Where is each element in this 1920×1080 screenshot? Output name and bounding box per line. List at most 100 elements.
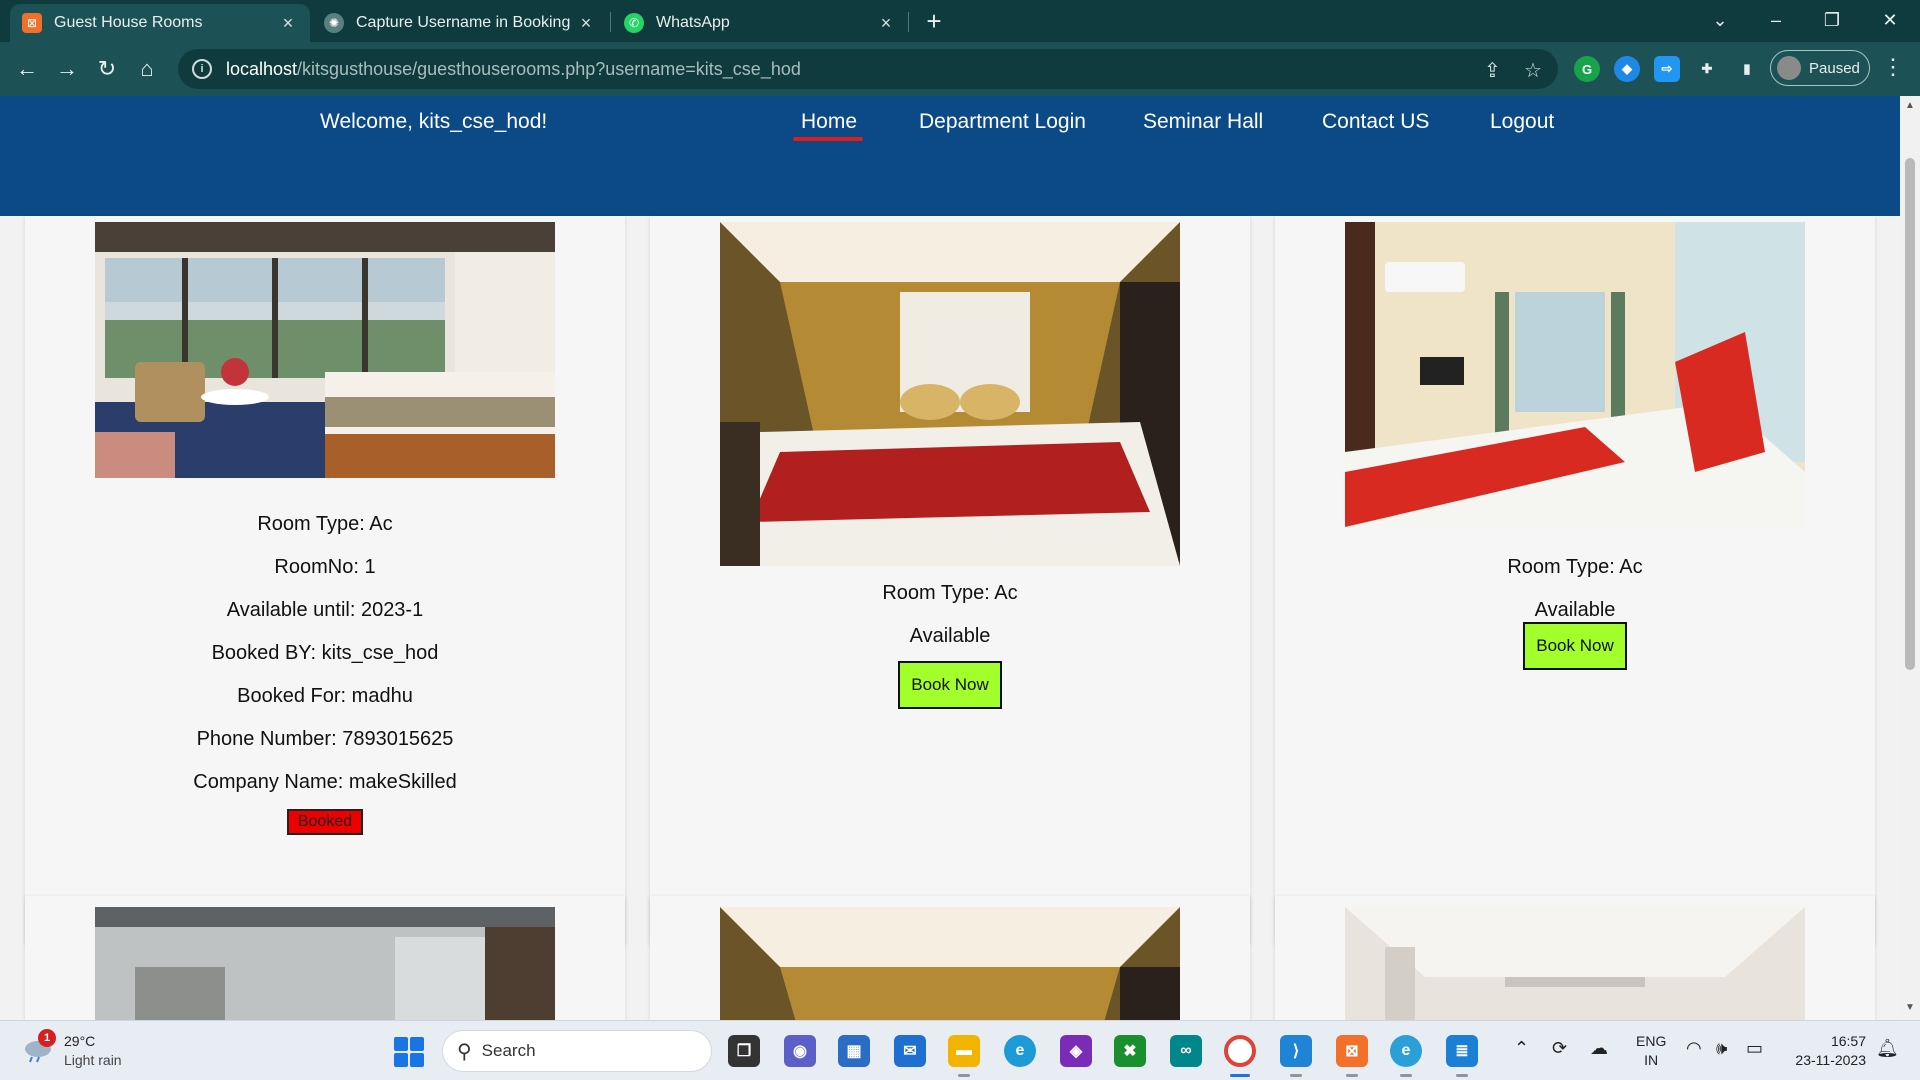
capture-extension-icon[interactable]: ⇨ xyxy=(1654,56,1680,82)
chatgpt-icon: ✺ xyxy=(324,13,344,33)
bookmark-star-icon[interactable]: ☆ xyxy=(1524,58,1542,83)
running-indicator xyxy=(958,1074,970,1077)
weather-description[interactable]: Light rain xyxy=(64,1052,122,1068)
active-app-indicator xyxy=(1230,1074,1250,1077)
url-host: localhost xyxy=(226,58,298,79)
address-bar[interactable]: i localhost/kitsgusthouse/guesthouseroom… xyxy=(178,49,1558,89)
site-header: Welcome, kits_cse_hod! Home Department L… xyxy=(0,96,1900,216)
teams-chat-icon[interactable]: ◉ xyxy=(784,1035,816,1067)
welcome-message: Welcome, kits_cse_hod! xyxy=(320,110,548,133)
browser-menu-icon[interactable]: ⋮ xyxy=(1882,54,1904,80)
tab-whatsapp[interactable]: ✆ WhatsApp × xyxy=(612,4,908,42)
weather-alert-badge: 1 xyxy=(38,1029,56,1047)
windows-taskbar: 1 29°C Light rain ⚲ Search ❒ ◉ ▦ ✉ ▬ e ◈… xyxy=(0,1020,1920,1080)
edge-dev-icon[interactable]: e xyxy=(1390,1035,1422,1067)
room-photo xyxy=(95,222,555,478)
show-hidden-icons-chevron-icon[interactable]: ⌃ xyxy=(1514,1038,1529,1059)
room-card xyxy=(1275,896,1875,1020)
tab-title: Capture Username in Booking xyxy=(356,14,571,31)
page-scrollbar[interactable]: ▲ ▼ xyxy=(1900,96,1920,1020)
restore-button[interactable]: ❐ xyxy=(1804,0,1860,40)
home-icon[interactable]: ⌂ xyxy=(130,52,164,86)
file-explorer-icon[interactable]: ▬ xyxy=(948,1035,980,1067)
tab-separator xyxy=(610,12,611,32)
tab-title: WhatsApp xyxy=(656,14,730,31)
room-card: Room Type: Ac RoomNo: 1 Available until:… xyxy=(25,216,625,944)
book-now-button[interactable]: Book Now xyxy=(1523,622,1627,670)
room-card xyxy=(25,896,625,1020)
url-text[interactable]: localhost/kitsgusthouse/guesthouserooms.… xyxy=(226,59,801,80)
profile-button[interactable]: Paused xyxy=(1770,50,1870,86)
active-nav-indicator xyxy=(793,137,863,141)
weather-temperature[interactable]: 29°C xyxy=(64,1033,95,1049)
mail-icon[interactable]: ✉ xyxy=(894,1035,926,1067)
forward-arrow-icon[interactable]: → xyxy=(50,52,84,86)
microsoft-store-icon[interactable]: ▦ xyxy=(838,1035,870,1067)
onedrive-cloud-icon[interactable]: ☁ xyxy=(1590,1038,1608,1059)
tab-search-chevron-icon[interactable]: ⌄ xyxy=(1692,0,1748,40)
chrome-icon[interactable] xyxy=(1224,1035,1256,1067)
running-indicator xyxy=(1290,1074,1302,1077)
vpn-extension-icon[interactable]: ◆ xyxy=(1614,56,1640,82)
windows-start-icon[interactable] xyxy=(394,1037,424,1067)
site-info-icon[interactable]: i xyxy=(192,59,212,79)
xbox-icon[interactable]: ✖ xyxy=(1114,1035,1146,1067)
wifi-icon[interactable]: ◠ xyxy=(1686,1038,1702,1059)
availability-status: Available xyxy=(909,625,991,647)
room-type: Room Type: Ac xyxy=(1507,556,1643,578)
notification-bell-icon[interactable]: 🔔︎ xyxy=(1876,1038,1899,1059)
close-tab-icon[interactable]: × xyxy=(576,13,596,34)
nav-seminar-hall[interactable]: Seminar Hall xyxy=(1143,110,1263,134)
browser-toolbar: ← → ↻ ⌂ i localhost/kitsgusthouse/guesth… xyxy=(0,42,1920,96)
page-viewport: Welcome, kits_cse_hod! Home Department L… xyxy=(0,96,1900,1020)
close-tab-icon[interactable]: × xyxy=(278,13,298,34)
edge-icon[interactable]: e xyxy=(1004,1035,1036,1067)
running-indicator xyxy=(1456,1074,1468,1077)
tab-capture-username[interactable]: ✺ Capture Username in Booking × xyxy=(312,4,608,42)
booked-status-badge: Booked xyxy=(287,809,363,835)
clock-time: 16:57 xyxy=(1830,1033,1866,1049)
share-icon[interactable]: ⇪ xyxy=(1484,58,1501,83)
language-indicator[interactable]: ENG IN xyxy=(1636,1032,1666,1070)
book-now-button[interactable]: Book Now xyxy=(898,661,1002,709)
arduino-icon[interactable]: ∞ xyxy=(1170,1035,1202,1067)
nav-logout[interactable]: Logout xyxy=(1490,110,1554,134)
room-card xyxy=(650,896,1250,1020)
volume-icon[interactable]: 🕪 xyxy=(1716,1038,1727,1059)
tab-guest-house-rooms[interactable]: ⊠ Guest House Rooms × xyxy=(10,4,310,42)
reload-icon[interactable]: ↻ xyxy=(90,52,124,86)
grammarly-extension-icon[interactable]: G xyxy=(1574,56,1600,82)
room-photo xyxy=(1345,907,1805,1020)
tab-title: Guest House Rooms xyxy=(54,14,203,31)
xampp-icon[interactable]: ⊠ xyxy=(1336,1035,1368,1067)
scroll-down-arrow-icon[interactable]: ▼ xyxy=(1904,1002,1916,1013)
room-photo xyxy=(720,907,1180,1020)
nav-contact-us[interactable]: Contact US xyxy=(1322,110,1429,134)
room-card: Room Type: Ac Available Book Now xyxy=(650,216,1250,944)
room-photo xyxy=(720,222,1180,566)
new-tab-button[interactable]: + xyxy=(918,6,950,38)
room-type: Room Type: Ac xyxy=(882,582,1018,604)
scrollbar-thumb[interactable] xyxy=(1905,158,1915,670)
system-clock[interactable]: 16:57 23-11-2023 xyxy=(1786,1032,1866,1070)
notepad-icon[interactable]: ≣ xyxy=(1446,1035,1478,1067)
whatsapp-icon: ✆ xyxy=(624,13,644,33)
close-window-button[interactable]: ✕ xyxy=(1862,0,1918,40)
browser-tab-bar: ⊠ Guest House Rooms × ✺ Capture Username… xyxy=(0,0,1920,42)
vscode-icon[interactable]: ⟩ xyxy=(1280,1035,1312,1067)
close-tab-icon[interactable]: × xyxy=(876,13,896,34)
scroll-up-arrow-icon[interactable]: ▲ xyxy=(1904,100,1916,111)
running-indicator xyxy=(1400,1074,1412,1077)
battery-icon[interactable]: ▭ xyxy=(1746,1038,1763,1059)
taskbar-search[interactable]: ⚲ Search xyxy=(442,1030,712,1072)
nav-department-login[interactable]: Department Login xyxy=(919,110,1086,134)
proton-vpn-icon[interactable]: ◈ xyxy=(1060,1035,1092,1067)
minimize-button[interactable]: – xyxy=(1748,0,1804,40)
nav-home[interactable]: Home xyxy=(801,110,857,134)
extensions-puzzle-icon[interactable]: ✚ xyxy=(1694,56,1720,82)
task-view-icon[interactable]: ❒ xyxy=(728,1035,760,1067)
sync-icon[interactable]: ⟳ xyxy=(1552,1038,1567,1059)
room-photo xyxy=(95,907,555,1020)
side-panel-icon[interactable]: ▮ xyxy=(1734,56,1760,82)
back-arrow-icon[interactable]: ← xyxy=(10,52,44,86)
